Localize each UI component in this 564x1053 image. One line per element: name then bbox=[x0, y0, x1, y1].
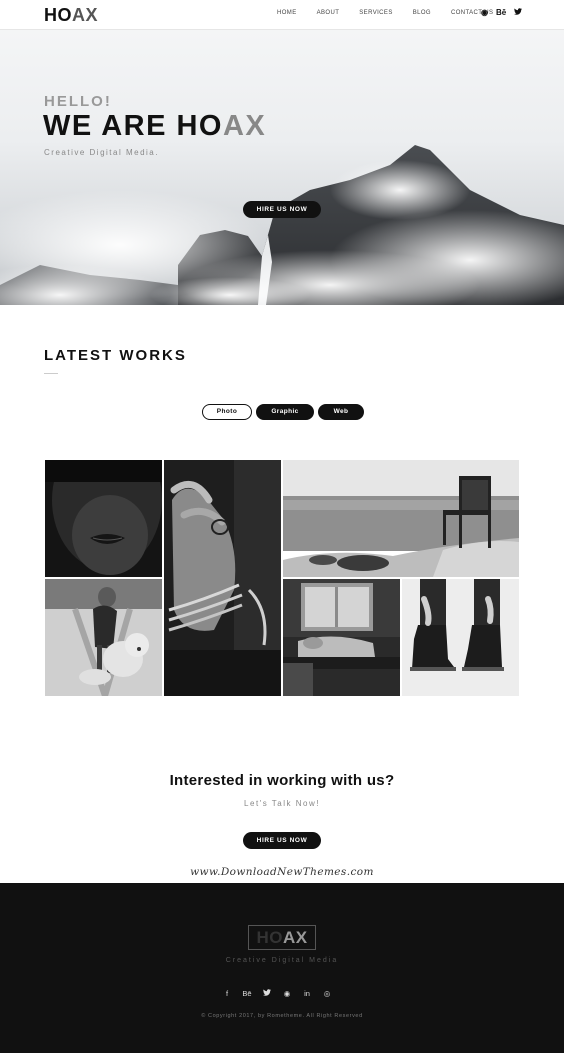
header-social-links: ◉ Bē bbox=[481, 8, 523, 17]
footer-logo-light: AX bbox=[282, 928, 308, 947]
top-navbar: HOAX HOME ABOUT SERVICES BLOG CONTACT US… bbox=[0, 0, 564, 30]
hero-headline: WE ARE HOAX bbox=[43, 110, 266, 143]
twitter-icon[interactable] bbox=[514, 8, 523, 17]
twitter-icon[interactable] bbox=[262, 989, 272, 998]
behance-icon[interactable]: Bē bbox=[496, 8, 506, 17]
footer-social-links: f Bē ◉ in ◎ bbox=[222, 989, 332, 998]
linkedin-icon[interactable]: in bbox=[302, 989, 312, 998]
title-underline bbox=[44, 373, 58, 374]
footer-logo-dark: HO bbox=[256, 928, 283, 947]
main-menu: HOME ABOUT SERVICES BLOG CONTACT US bbox=[277, 10, 513, 16]
brand-logo[interactable]: HOAX bbox=[44, 5, 98, 26]
filter-graphic[interactable]: Graphic bbox=[256, 404, 314, 420]
copyright-text: © Copyright 2017, by Rometheme. All Righ… bbox=[201, 1013, 363, 1019]
filter-web[interactable]: Web bbox=[318, 404, 364, 420]
portfolio-item-girl-teddy[interactable] bbox=[45, 579, 162, 696]
facebook-icon[interactable]: f bbox=[222, 989, 232, 998]
portfolio-item-boots[interactable] bbox=[402, 579, 519, 696]
behance-icon[interactable]: Bē bbox=[242, 989, 252, 998]
footer: HOAX Creative Digital Media f Bē ◉ in ◎ … bbox=[0, 883, 564, 1053]
cta-hire-button[interactable]: HIRE US NOW bbox=[243, 832, 321, 849]
footer-logo[interactable]: HOAX bbox=[248, 925, 316, 950]
hero-kicker: HELLO! bbox=[44, 93, 112, 110]
hero-section: HELLO! WE ARE HOAX Creative Digital Medi… bbox=[0, 30, 564, 305]
filter-photo[interactable]: Photo bbox=[202, 404, 252, 420]
hire-us-button[interactable]: HIRE US NOW bbox=[243, 201, 321, 218]
portfolio-item-hand[interactable] bbox=[164, 460, 281, 696]
cta-subtitle: Let's Talk Now! bbox=[244, 799, 320, 808]
site-watermark: www.DownloadNewThemes.com bbox=[190, 866, 374, 878]
nav-services[interactable]: SERVICES bbox=[359, 10, 392, 16]
cta-heading: Interested in working with us? bbox=[169, 772, 395, 789]
portfolio-item-couch[interactable] bbox=[283, 579, 400, 696]
dribbble-icon[interactable]: ◉ bbox=[481, 8, 488, 17]
nav-blog[interactable]: BLOG bbox=[413, 10, 431, 16]
nav-home[interactable]: HOME bbox=[277, 10, 297, 16]
hero-subtitle: Creative Digital Media. bbox=[44, 148, 159, 157]
portfolio-item-portrait[interactable] bbox=[45, 460, 162, 577]
instagram-icon[interactable]: ◎ bbox=[322, 989, 332, 998]
mountain-fog-image bbox=[0, 145, 564, 305]
dribbble-icon[interactable]: ◉ bbox=[282, 989, 292, 998]
portfolio-filters: Photo Graphic Web bbox=[202, 404, 364, 420]
logo-light-part: AX bbox=[72, 5, 99, 25]
logo-dark-part: HO bbox=[44, 5, 72, 25]
nav-about[interactable]: ABOUT bbox=[317, 10, 340, 16]
headline-light: AX bbox=[222, 110, 267, 142]
headline-dark: WE ARE HO bbox=[43, 110, 223, 142]
works-title: LATEST WORKS bbox=[44, 347, 187, 364]
footer-tagline: Creative Digital Media bbox=[225, 957, 339, 964]
portfolio-item-chair[interactable] bbox=[283, 460, 519, 577]
